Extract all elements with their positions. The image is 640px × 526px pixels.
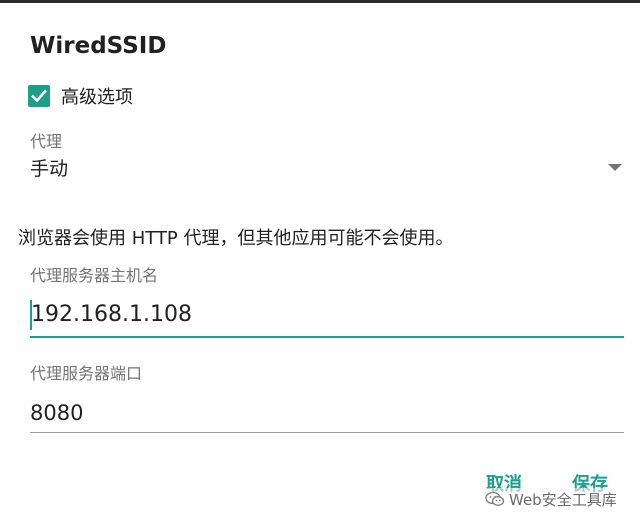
advanced-options-label: 高级选项: [61, 87, 133, 108]
wechat-icon: [485, 491, 505, 507]
proxy-caption: 代理: [30, 132, 63, 151]
hostname-input[interactable]: 192.168.1.108: [30, 298, 624, 338]
proxy-dropdown[interactable]: 手动: [30, 152, 624, 184]
advanced-options-checkbox[interactable]: [28, 85, 50, 107]
advanced-options-row[interactable]: 高级选项: [28, 82, 133, 110]
proxy-info-text: 浏览器会使用 HTTP 代理，但其他应用可能不会使用。: [18, 228, 454, 249]
port-value: 8080: [30, 401, 84, 425]
top-border: [0, 0, 640, 3]
watermark: Web安全工具库: [482, 488, 620, 510]
watermark-text: Web安全工具库: [509, 490, 617, 509]
hostname-caption: 代理服务器主机名: [30, 266, 159, 285]
dropdown-arrow-icon: [608, 164, 622, 171]
port-caption: 代理服务器端口: [30, 364, 143, 383]
checkmark-icon: [31, 89, 47, 103]
proxy-selected-value: 手动: [30, 158, 69, 180]
proxy-settings-dialog: WiredSSID 高级选项 代理 手动 浏览器会使用 HTTP 代理，但其他应…: [0, 0, 640, 526]
hostname-value: 192.168.1.108: [31, 302, 192, 327]
port-input[interactable]: 8080: [30, 396, 624, 433]
dialog-title: WiredSSID: [30, 33, 167, 59]
